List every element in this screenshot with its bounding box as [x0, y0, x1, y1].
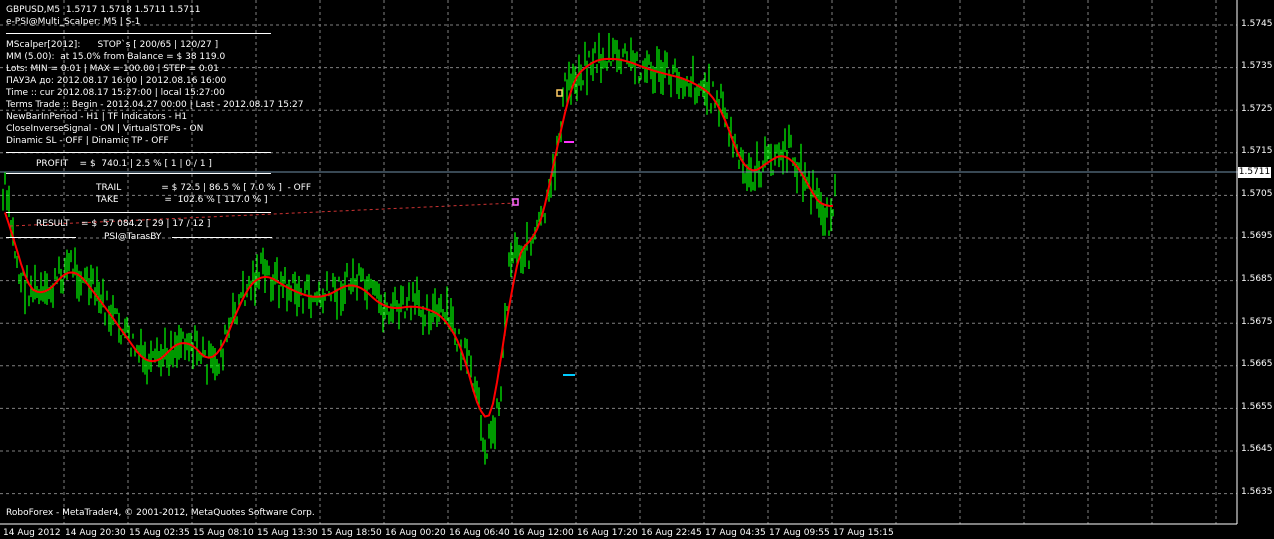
- price-tick: 1.5675: [1241, 317, 1273, 327]
- current-price-label: 1.5711: [1238, 167, 1271, 178]
- time-tick: 16 Aug 17:20: [577, 528, 638, 538]
- take-line: TAKE = 102.6 % [ 117.0 % ]: [96, 195, 268, 205]
- panel-separator: [6, 212, 271, 213]
- signature-rule-left: [6, 237, 76, 238]
- info-line: CloseInverseSignal - ON | VirtualSTOPs -…: [6, 124, 204, 134]
- price-tick: 1.5745: [1241, 19, 1273, 29]
- signature-rule-right: [172, 237, 272, 238]
- info-line: MScalper[2012]: STOP`s [ 200/65 | 120/27…: [6, 40, 219, 50]
- price-tick: 1.5685: [1241, 274, 1273, 284]
- info-line: Terms Trade :: Begin - 2012.04.27 00:00 …: [6, 100, 304, 110]
- trail-line: TRAIL = $ 72.5 | 86.5 % [ 7.0 % ] - OFF: [96, 183, 312, 193]
- info-line: Dinamic SL - OFF | Dinamic TP - OFF: [6, 136, 169, 146]
- time-tick: 15 Aug 13:30: [257, 528, 318, 538]
- price-tick: 1.5735: [1241, 61, 1273, 71]
- time-tick: 17 Aug 15:15: [833, 528, 894, 538]
- price-tick: 1.5665: [1241, 359, 1273, 369]
- info-line: MM (5.00): at 15.0% from Balance = $ 38 …: [6, 52, 226, 62]
- trade-marker-open: [512, 198, 519, 206]
- time-tick: 14 Aug 2012: [3, 528, 61, 538]
- time-tick: 16 Aug 06:40: [449, 528, 510, 538]
- panel-separator: [6, 152, 271, 153]
- panel-separator: [6, 173, 271, 174]
- time-tick: 15 Aug 08:10: [193, 528, 254, 538]
- time-tick: 16 Aug 22:45: [641, 528, 702, 538]
- time-tick: 16 Aug 00:20: [385, 528, 446, 538]
- price-tick: 1.5725: [1241, 104, 1273, 114]
- time-tick: 17 Aug 04:35: [705, 528, 766, 538]
- price-tick: 1.5635: [1241, 487, 1273, 497]
- info-line: Lots: MIN = 0.01 | MAX = 100.00 | STEP =…: [6, 64, 219, 74]
- profit-line: PROFIT = $ 740.1 | 2.5 % [ 1 | 0 / 1 ]: [36, 159, 212, 169]
- time-tick: 15 Aug 18:50: [321, 528, 382, 538]
- price-tick: 1.5715: [1241, 146, 1273, 156]
- info-line: Time :: cur 2012.08.17 15:27:00 | local …: [6, 88, 225, 98]
- time-tick: 17 Aug 09:55: [769, 528, 830, 538]
- panel-separator: [6, 33, 271, 34]
- expert-name: e-PSI@Multi_Scalper: M5 | S-1: [6, 17, 141, 27]
- price-tick: 1.5645: [1241, 444, 1273, 454]
- time-tick: 14 Aug 20:30: [65, 528, 126, 538]
- symbol-header: GBPUSD,M5 1.5717 1.5718 1.5711 1.5711: [6, 5, 201, 15]
- price-tick: 1.5705: [1241, 189, 1273, 199]
- trade-marker-entry: [556, 89, 563, 97]
- signature: PSI@TarasBY: [104, 232, 162, 242]
- copyright-text: RoboForex - MetaTrader4, © 2001-2012, Me…: [6, 508, 315, 518]
- result-line: RESULT = $ 57 084.2 [ 29 | 17 / 12 ]: [36, 219, 211, 229]
- price-tick: 1.5695: [1241, 231, 1273, 241]
- time-tick: 16 Aug 12:00: [513, 528, 574, 538]
- time-tick: 15 Aug 02:35: [129, 528, 190, 538]
- info-line: NewBarInPeriod - H1 | TF Indicators - H1: [6, 112, 188, 122]
- price-tick: 1.5655: [1241, 402, 1273, 412]
- info-line: ПАУЗА до: 2012.08.17 16:00 | 2012.08.16 …: [6, 76, 227, 86]
